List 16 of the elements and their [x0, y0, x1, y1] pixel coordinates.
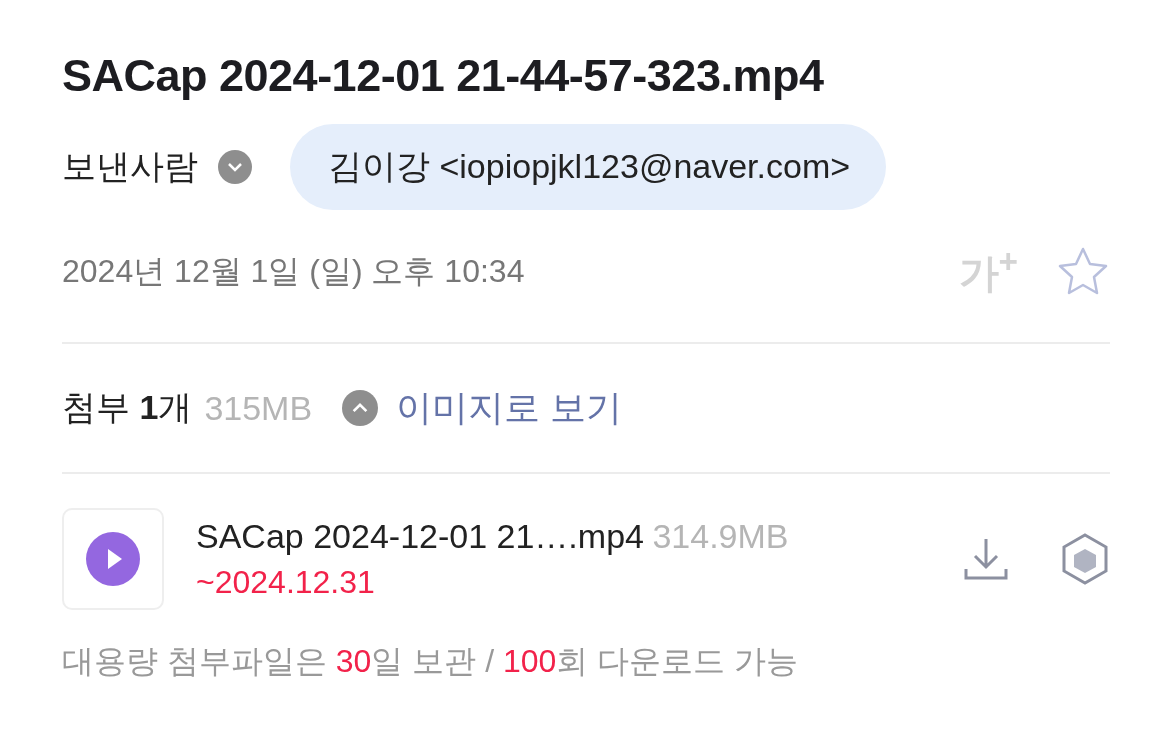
sent-date: 2024년 12월 1일 (일) 오후 10:34 [62, 252, 526, 291]
chevron-up-icon[interactable] [342, 390, 379, 426]
attachment-notice: 대용량 첨부파일은 30일 보관 / 100회 다운로드 가능 [62, 642, 800, 681]
expiry-date: ~2024.12.31 [196, 564, 376, 601]
video-thumbnail[interactable] [62, 508, 164, 610]
cube-icon[interactable] [1060, 532, 1110, 586]
sender-chip[interactable]: 김이강 <iopiopjkl123@naver.com> [290, 124, 887, 210]
attachment-total-size: 315MB [204, 388, 313, 428]
chevron-down-icon[interactable] [218, 150, 252, 184]
sender-label: 보낸사람 [62, 146, 198, 187]
attachment-size: 314.9MB [652, 517, 789, 555]
view-as-image-link[interactable]: 이미지로 보기 [396, 383, 623, 433]
email-subject: SACap 2024-12-01 21-44-57-323.mp4 [62, 50, 825, 102]
attachment-name[interactable]: SACap 2024-12-01 21….mp4 [196, 517, 644, 555]
play-icon [86, 532, 140, 586]
attachment-count: 첨부 1개 [62, 387, 193, 428]
